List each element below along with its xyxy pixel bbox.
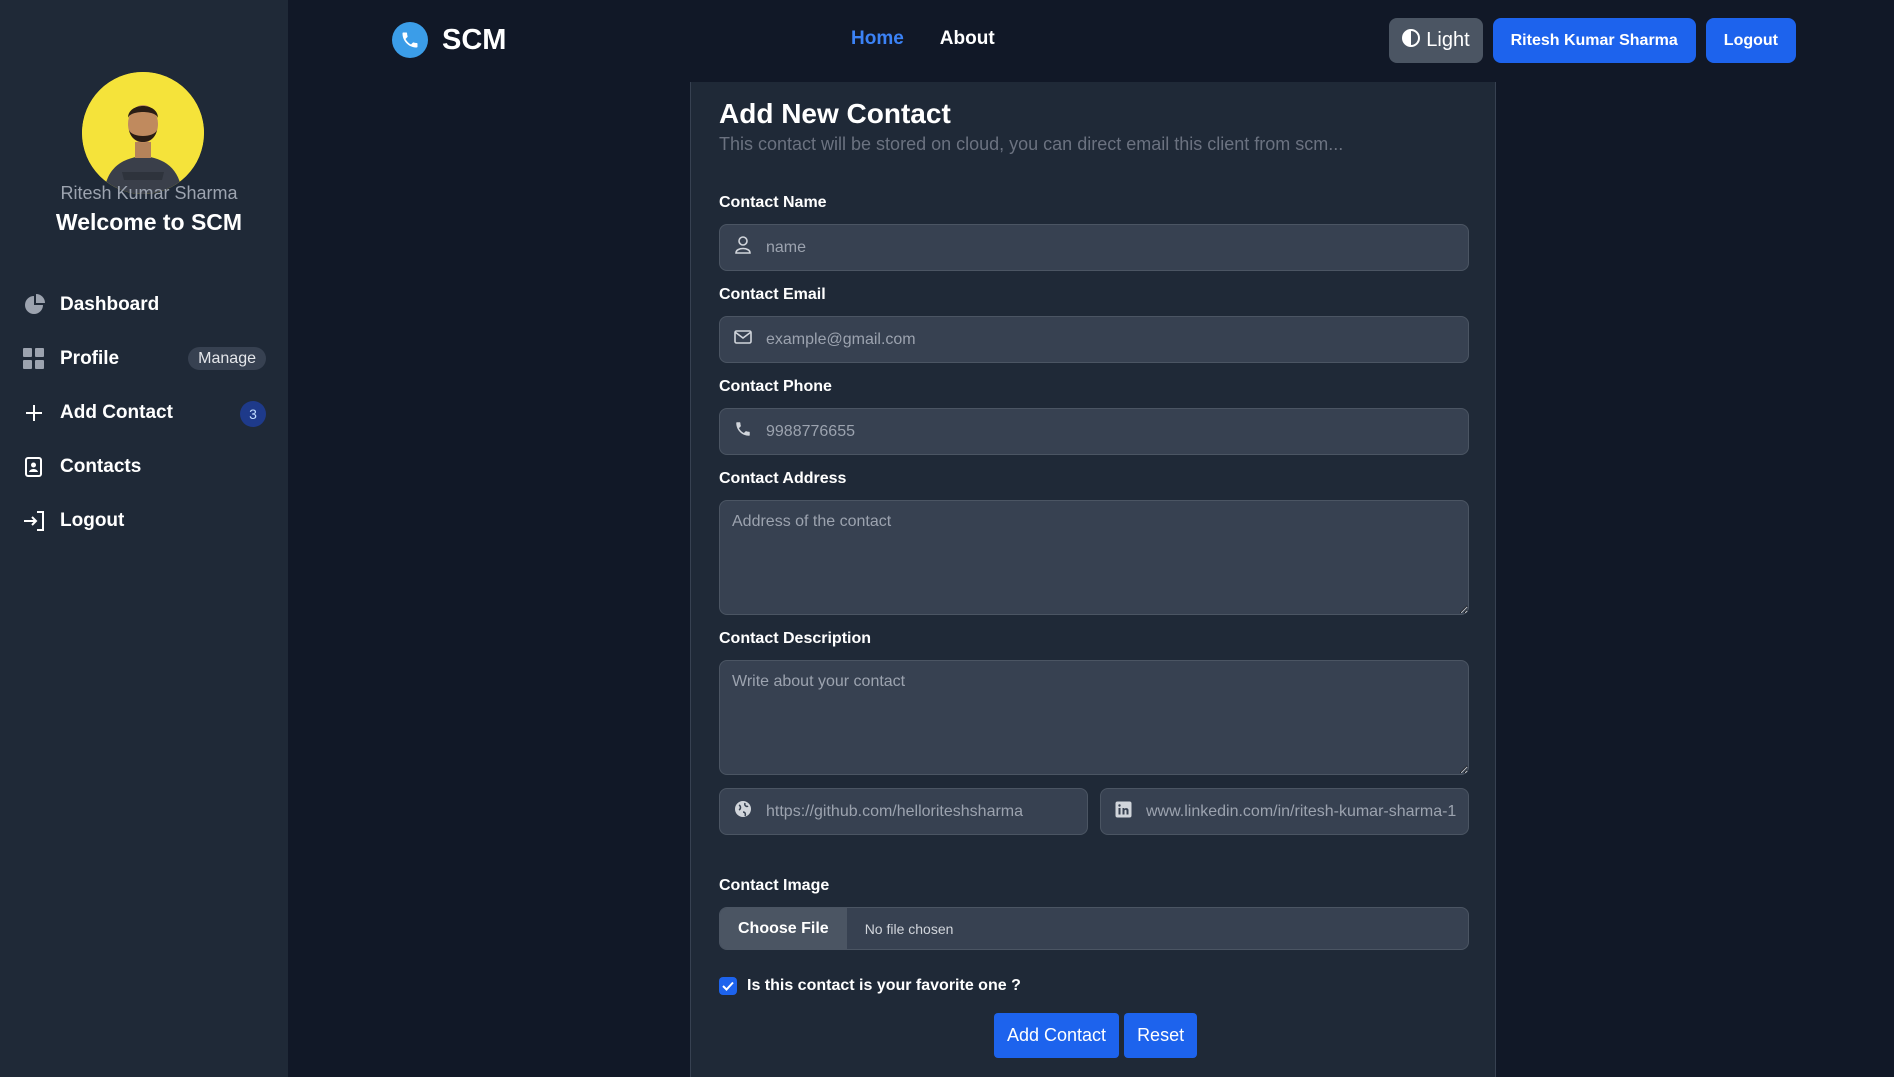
- add-contact-button[interactable]: Add Contact: [994, 1013, 1120, 1058]
- linkedin-field[interactable]: [1100, 788, 1469, 835]
- file-status-text: No file chosen: [864, 920, 954, 937]
- favorite-row: Is this contact is your favorite one ?: [719, 977, 1021, 995]
- phone-logo-icon: [392, 22, 428, 58]
- contact-name-input[interactable]: [766, 238, 1468, 257]
- contact-description-textarea[interactable]: [719, 660, 1469, 775]
- contact-address-label: Contact Address: [719, 470, 847, 487]
- linkedin-icon: [1115, 801, 1132, 823]
- form-actions: Add Contact Reset: [994, 1013, 1198, 1058]
- linkedin-input[interactable]: [1146, 802, 1468, 821]
- sidebar-item-label: Add Contact: [60, 402, 173, 423]
- count-badge: 3: [240, 401, 266, 427]
- nav-actions: Light Ritesh Kumar Sharma Logout: [1389, 18, 1796, 63]
- contact-image-file-input[interactable]: Choose File No file chosen: [719, 907, 1469, 950]
- brand-name: SCM: [442, 23, 507, 56]
- envelope-icon: [734, 330, 752, 349]
- favorite-label: Is this contact is your favorite one ?: [747, 977, 1021, 994]
- sidebar-item-label: Profile: [60, 348, 120, 369]
- contact-phone-input[interactable]: [766, 422, 1468, 441]
- contact-phone-label: Contact Phone: [719, 378, 832, 395]
- reset-button[interactable]: Reset: [1124, 1013, 1198, 1058]
- theme-toggle-label: Light: [1426, 29, 1470, 51]
- chart-pie-icon: [22, 293, 46, 317]
- sidebar-welcome-title: Welcome to SCM: [55, 209, 243, 235]
- address-book-icon: [22, 455, 46, 479]
- sidebar-item-contacts[interactable]: Contacts: [22, 440, 266, 494]
- page-title: Add New Contact: [719, 98, 951, 129]
- sidebar-item-label: Logout: [60, 510, 125, 531]
- add-contact-card: Add New Contact This contact will be sto…: [690, 82, 1496, 1077]
- globe-icon: [734, 800, 752, 823]
- grid-icon: [22, 347, 46, 371]
- nav-links: Home About: [851, 28, 995, 50]
- contact-email-input[interactable]: [766, 330, 1468, 349]
- contact-phone-field[interactable]: [719, 408, 1469, 455]
- user-profile-button[interactable]: Ritesh Kumar Sharma: [1492, 18, 1696, 63]
- top-navbar: SCM Home About Light Ritesh Kumar Sharma…: [288, 0, 1894, 82]
- half-circle-icon: [1402, 28, 1421, 53]
- sidebar-menu: Dashboard Profile Manage Add Contact 3 C…: [22, 278, 266, 548]
- plus-icon: [22, 401, 46, 425]
- contact-email-label: Contact Email: [719, 286, 826, 303]
- sidebar-username: Ritesh Kumar Sharma: [60, 183, 238, 203]
- user-icon: [734, 236, 752, 259]
- logout-button[interactable]: Logout: [1705, 18, 1796, 63]
- website-field[interactable]: [719, 788, 1088, 835]
- sidebar-item-logout[interactable]: Logout: [22, 494, 266, 548]
- contact-name-field[interactable]: [719, 224, 1469, 271]
- choose-file-button[interactable]: Choose File: [720, 908, 847, 949]
- favorite-checkbox[interactable]: [719, 977, 737, 995]
- contact-description-label: Contact Description: [719, 630, 872, 647]
- page-subtitle: This contact will be stored on cloud, yo…: [719, 134, 1344, 154]
- theme-toggle-button[interactable]: Light: [1389, 18, 1483, 63]
- sign-in-icon: [22, 509, 46, 533]
- website-input[interactable]: [766, 802, 1087, 821]
- sidebar-item-label: Contacts: [60, 456, 142, 477]
- contact-address-textarea[interactable]: [719, 500, 1469, 615]
- brand[interactable]: SCM: [392, 22, 506, 58]
- sidebar-item-profile[interactable]: Profile Manage: [22, 332, 266, 386]
- nav-link-home[interactable]: Home: [851, 28, 904, 50]
- contact-name-label: Contact Name: [719, 194, 827, 211]
- avatar: [82, 72, 204, 194]
- manage-badge: Manage: [188, 347, 266, 370]
- sidebar-item-label: Dashboard: [60, 294, 160, 315]
- sidebar: Ritesh Kumar Sharma Welcome to SCM Dashb…: [0, 0, 288, 1077]
- sidebar-item-dashboard[interactable]: Dashboard: [22, 278, 266, 332]
- sidebar-item-add-contact[interactable]: Add Contact 3: [22, 386, 266, 440]
- contact-email-field[interactable]: [719, 316, 1469, 363]
- nav-link-about[interactable]: About: [940, 28, 995, 50]
- contact-image-label: Contact Image: [719, 877, 830, 894]
- phone-icon: [734, 420, 752, 443]
